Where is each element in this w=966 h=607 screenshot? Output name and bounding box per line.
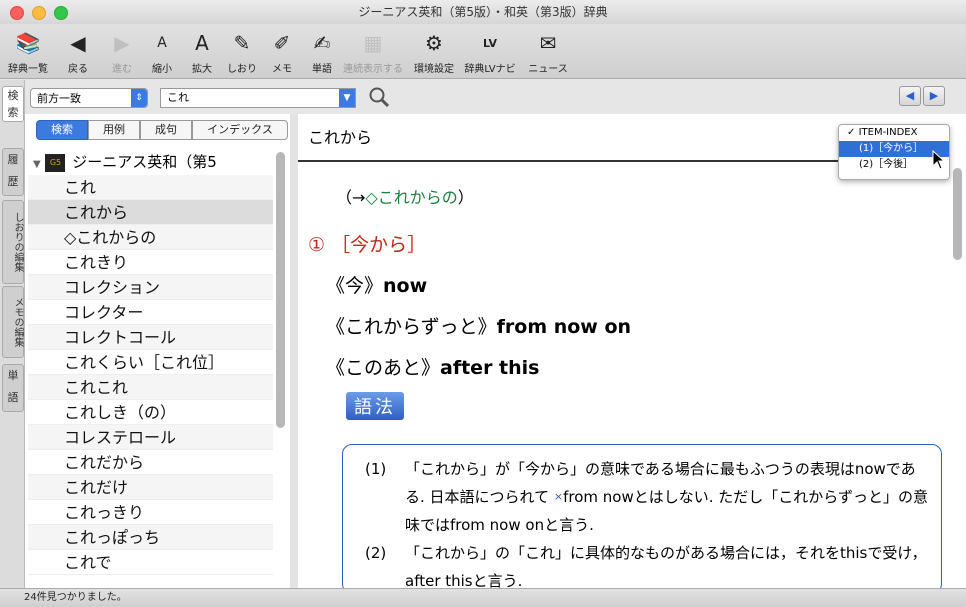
- list-item[interactable]: コレクター: [28, 300, 273, 325]
- usage-item: (2) 「これから」の「これ」に具体的なものがある場合には，それをthisで受け，…: [365, 544, 927, 590]
- list-item[interactable]: これしき（の）: [28, 400, 273, 425]
- mouse-cursor-icon: [932, 149, 946, 174]
- dictionary-group[interactable]: ▼ G5 ジーニアス英和（第5: [28, 150, 273, 175]
- usage-label: 語法: [346, 392, 404, 420]
- list-item[interactable]: これくらい［これ位］: [28, 350, 273, 375]
- list-item[interactable]: これきり: [28, 250, 273, 275]
- toolbar-button-0[interactable]: 📚 辞典一覧: [6, 26, 50, 75]
- zoom-button[interactable]: [54, 6, 68, 20]
- list-item[interactable]: これで: [28, 550, 273, 575]
- translation-list: 《今》now 《これからずっと》from now on 《このあと》after th…: [308, 271, 948, 380]
- updown-arrow-icon: ⇕: [131, 89, 147, 107]
- translation-line: 《今》now: [326, 275, 428, 297]
- side-tab-search[interactable]: 検索: [2, 86, 24, 122]
- toolbar-button-3[interactable]: A 縮小: [140, 26, 184, 75]
- usage-item: (1) 「これから」が「今から」の意味である場合に最もふつうの表現はnowである.…: [365, 460, 928, 534]
- status-bar: 24件見つかりました。: [0, 588, 966, 607]
- toolbar-button-4[interactable]: A 拡大: [180, 26, 224, 75]
- toolbar-button-5[interactable]: ✎ しおり: [220, 26, 264, 75]
- side-tab-word[interactable]: 単語: [2, 364, 24, 412]
- continuous-display-icon: ▦: [363, 31, 383, 55]
- toolbar-button-6[interactable]: ✐ メモ: [260, 26, 304, 75]
- translation-line: 《これからずっと》from now on: [326, 316, 632, 338]
- pane-splitter[interactable]: [290, 114, 298, 588]
- cross-mark: ×: [553, 490, 564, 503]
- result-scrollbar[interactable]: [276, 152, 285, 428]
- side-tabs: 検索 履歴 しおりの編集 メモの編集 単語: [0, 80, 25, 588]
- side-tab-bookmark-edit[interactable]: しおりの編集: [2, 200, 24, 284]
- back-arrow-icon: ◀: [70, 31, 86, 55]
- search-icon[interactable]: [368, 86, 390, 113]
- segment-search[interactable]: 検索: [36, 120, 88, 140]
- next-arrow-icon[interactable]: ▶: [923, 86, 945, 106]
- side-tab-history[interactable]: 履歴: [2, 148, 24, 196]
- preferences-icon: ⚙: [425, 31, 443, 55]
- segment-examples[interactable]: 用例: [88, 120, 140, 140]
- font-smaller-icon: A: [157, 35, 167, 51]
- list-item[interactable]: コレクション: [28, 275, 273, 300]
- toolbar-button-9[interactable]: ⚙ 環境設定: [412, 26, 456, 75]
- entry-list: これ これから ◇これからの これきり コレクション コレクター コレクトコール これくらい［…: [28, 175, 273, 575]
- sense-heading: ① ［今から］: [308, 234, 427, 256]
- search-mode-select[interactable]: 前方一致 ⇕: [30, 88, 148, 108]
- usage-box: (1) 「これから」が「今から」の意味である場合に最もふつうの表現はnowである.…: [342, 444, 942, 594]
- window-controls: [10, 6, 68, 20]
- cross-reference: （→◇これからの）: [336, 188, 474, 207]
- list-item[interactable]: これこれ: [28, 375, 273, 400]
- translation-line: 《このあと》after this: [326, 357, 540, 379]
- list-item[interactable]: これだから: [28, 450, 273, 475]
- list-item[interactable]: これから: [28, 200, 273, 225]
- minimize-button[interactable]: [32, 6, 46, 20]
- list-item[interactable]: コレクトコール: [28, 325, 273, 350]
- popup-title: ✓ ITEM-INDEX: [847, 127, 918, 138]
- genius-logo-icon: G5: [45, 153, 66, 172]
- entry-content: （→◇これからの） ① ［今から］ 《今》now 《これからずっと》from no…: [308, 170, 948, 420]
- word-icon: ✍: [313, 31, 331, 55]
- list-item[interactable]: これっぽっち: [28, 525, 273, 550]
- mailbox-icon: ✉: [539, 31, 557, 55]
- list-item[interactable]: これっきり: [28, 500, 273, 525]
- search-input[interactable]: これ ▼: [160, 88, 356, 108]
- toolbar: 📚 辞典一覧 ◀ 戻る ▶ 進む A 縮小 A 拡大 ✎ しおり ✐ メモ ✍ 単語 ▦ 連続表示する ⚙ 環境設定 L…: [0, 24, 966, 79]
- forward-arrow-icon: ▶: [114, 31, 130, 55]
- list-item[interactable]: ◇これからの: [28, 225, 273, 250]
- lv-navi-icon: LV: [482, 36, 497, 50]
- segment-phrases[interactable]: 成句: [140, 120, 192, 140]
- ref-link[interactable]: ◇これからの: [365, 188, 457, 207]
- chevron-down-icon[interactable]: ▼: [339, 89, 355, 107]
- toolbar-button-2: ▶ 進む: [100, 26, 144, 75]
- list-item[interactable]: これだけ: [28, 475, 273, 500]
- books-icon: 📚: [15, 31, 41, 55]
- window-title: ジーニアス英和（第5版）・和英（第3版）辞典: [358, 5, 608, 19]
- prev-arrow-icon[interactable]: ◀: [899, 86, 921, 106]
- content-scrollbar[interactable]: [953, 168, 962, 260]
- side-tab-memo-edit[interactable]: メモの編集: [2, 286, 24, 358]
- toolbar-button-10[interactable]: LV 辞典LVナビ: [462, 26, 518, 76]
- title-bar: ジーニアス英和（第5版）・和英（第3版）辞典: [0, 0, 966, 24]
- segment-index[interactable]: インデックス: [192, 120, 288, 140]
- bookmark-icon: ✎: [233, 31, 251, 55]
- search-segmented-control: 検索 用例 成句 インデックス: [36, 120, 288, 140]
- font-larger-icon: A: [195, 31, 209, 55]
- close-button[interactable]: [10, 6, 24, 20]
- toolbar-button-7[interactable]: ✍ 単語: [300, 26, 344, 75]
- toolbar-button-11[interactable]: ✉ ニュース: [526, 26, 570, 75]
- toolbar-button-8: ▦ 連続表示する: [340, 26, 406, 75]
- list-item[interactable]: コレステロール: [28, 425, 273, 450]
- toolbar-button-1[interactable]: ◀ 戻る: [56, 26, 100, 75]
- disclosure-triangle-icon[interactable]: ▼: [33, 159, 41, 170]
- memo-icon: ✐: [273, 31, 291, 55]
- list-item[interactable]: これ: [28, 175, 273, 200]
- content-nav: ◀ ▶: [899, 86, 945, 106]
- result-list: ▼ G5 ジーニアス英和（第5 これ これから ◇これからの これきり コレクション コレ…: [28, 150, 273, 588]
